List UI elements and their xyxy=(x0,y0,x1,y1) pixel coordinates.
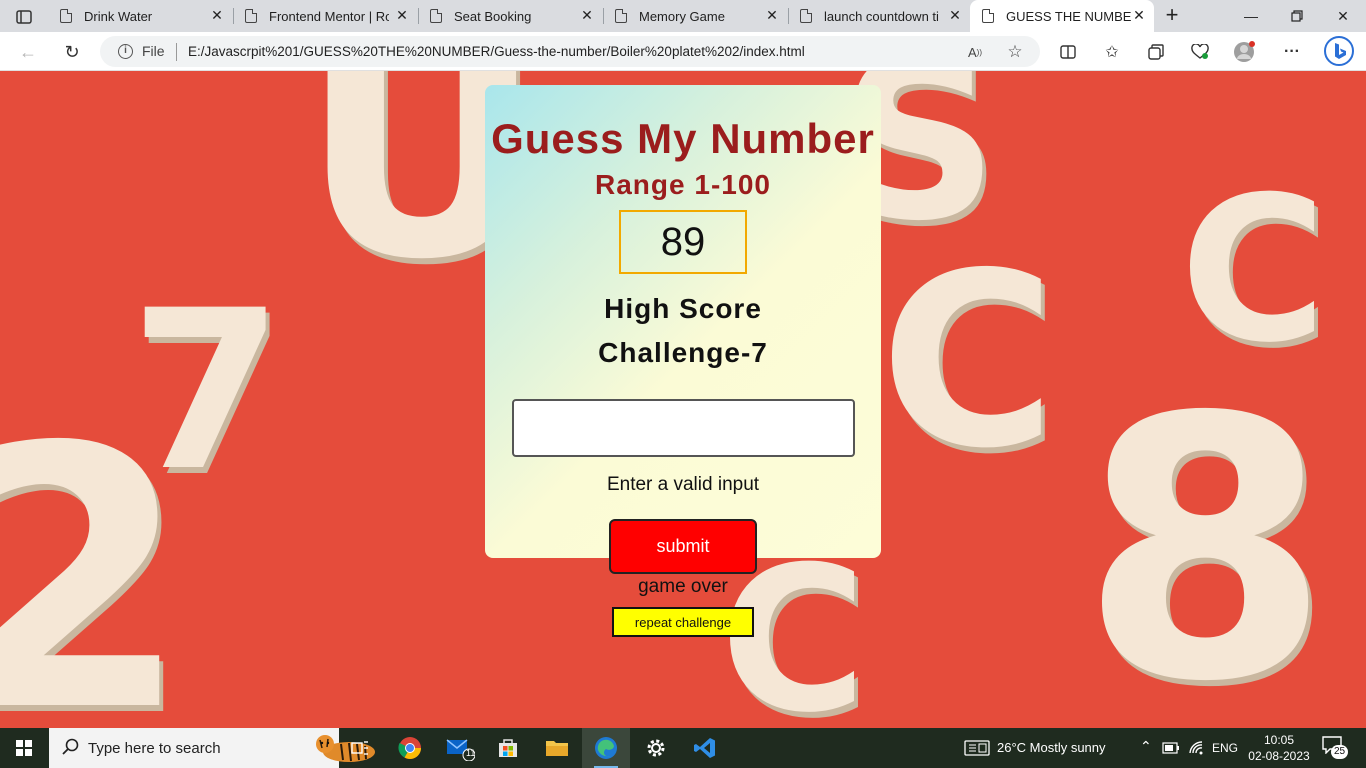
search-placeholder: Type here to search xyxy=(88,740,221,757)
mail-badge: 11 xyxy=(466,748,476,758)
edge-icon[interactable] xyxy=(582,728,630,768)
task-view-icon[interactable] xyxy=(336,728,384,768)
notification-center-icon[interactable]: 25 xyxy=(1322,736,1349,760)
settings-gear-icon[interactable] xyxy=(632,728,680,768)
guess-input[interactable] xyxy=(512,399,855,457)
more-options-icon[interactable]: ··· xyxy=(1280,40,1304,64)
vscode-icon[interactable] xyxy=(681,728,729,768)
background-wood-digit: 8 xyxy=(1080,341,1331,729)
background-wood-letter: C xyxy=(1180,154,1327,387)
weather-text[interactable]: 26°C Mostly sunny xyxy=(997,740,1106,755)
file-explorer-icon[interactable] xyxy=(533,728,581,768)
tab-memory-game[interactable]: Memory Game ✕ xyxy=(603,0,787,32)
notification-badge: 25 xyxy=(1331,745,1349,759)
tab-launch-countdown[interactable]: launch countdown tim ✕ xyxy=(788,0,970,32)
page-icon xyxy=(982,9,994,23)
favorites-icon[interactable]: ✩ xyxy=(1100,40,1124,64)
windows-taskbar: Type here to search 11 26°C Mostly sunny… xyxy=(0,728,1366,768)
back-arrow-icon[interactable]: ← xyxy=(16,40,40,64)
new-tab-icon[interactable]: + xyxy=(1160,4,1184,28)
browser-essentials-icon[interactable] xyxy=(1188,40,1212,64)
tab-title: Seat Booking xyxy=(454,8,532,24)
clock-time: 10:05 xyxy=(1263,733,1295,747)
chevron-up-icon[interactable]: ⌃ xyxy=(1140,738,1152,755)
start-button[interactable] xyxy=(0,728,48,768)
bing-copilot-icon[interactable] xyxy=(1324,36,1354,66)
tab-frontend-mentor[interactable]: Frontend Mentor | Roc ✕ xyxy=(233,0,417,32)
close-icon[interactable]: ✕ xyxy=(395,8,409,22)
url-text[interactable]: E:/Javascrpit%201/GUESS%20THE%20NUMBER/G… xyxy=(188,44,805,59)
clock[interactable]: 10:05 02-08-2023 xyxy=(1246,732,1312,764)
tab-title: Memory Game xyxy=(639,8,725,24)
wifi-icon[interactable] xyxy=(1188,740,1204,756)
submit-button[interactable]: submit xyxy=(609,519,757,574)
url-separator xyxy=(176,43,177,61)
scheme-label: File xyxy=(142,43,165,59)
restore-icon[interactable] xyxy=(1274,0,1320,32)
chrome-icon[interactable] xyxy=(386,728,434,768)
browser-tab-strip: Drink Water ✕ Frontend Mentor | Roc ✕ Se… xyxy=(0,0,1366,32)
page-icon xyxy=(60,9,72,23)
mail-icon[interactable]: 11 xyxy=(436,728,484,768)
tab-title: Frontend Mentor | Roc xyxy=(269,8,389,24)
close-icon[interactable]: ✕ xyxy=(210,8,224,22)
tab-title: GUESS THE NUMBER xyxy=(1006,8,1131,24)
collections-icon[interactable] xyxy=(1144,40,1168,64)
repeat-challenge-button[interactable]: repeat challenge xyxy=(612,607,754,637)
profile-avatar-icon[interactable] xyxy=(1232,40,1256,64)
game-over-message: game over xyxy=(638,576,728,597)
tab-actions-icon[interactable] xyxy=(10,6,38,28)
close-icon[interactable]: ✕ xyxy=(765,8,779,22)
game-title: Guess My Number xyxy=(491,115,875,162)
read-aloud-icon[interactable]: A)) xyxy=(964,41,986,63)
refresh-icon[interactable]: ↻ xyxy=(60,40,84,64)
range-label: Range 1-100 xyxy=(595,169,771,200)
microsoft-store-icon[interactable] xyxy=(484,728,532,768)
hint-message: Enter a valid input xyxy=(606,474,760,495)
high-score-label: High Score xyxy=(604,293,762,324)
page-icon xyxy=(615,9,627,23)
page-background: 2 U 8 C C S 7 C Guess My Number Range 1-… xyxy=(0,71,1366,728)
close-icon[interactable]: ✕ xyxy=(580,8,594,22)
tab-drink-water[interactable]: Drink Water ✕ xyxy=(48,0,232,32)
tab-title: launch countdown tim xyxy=(824,8,939,24)
windows-logo-icon xyxy=(16,740,32,756)
minimize-icon[interactable]: — xyxy=(1228,0,1274,32)
clock-date: 02-08-2023 xyxy=(1248,749,1310,763)
page-icon xyxy=(800,9,812,23)
split-screen-icon[interactable] xyxy=(1056,40,1080,64)
tab-guess-the-number[interactable]: GUESS THE NUMBER ✕ xyxy=(970,0,1154,32)
tab-seat-booking[interactable]: Seat Booking ✕ xyxy=(418,0,602,32)
search-icon xyxy=(62,738,79,755)
page-icon xyxy=(430,9,442,23)
favorite-star-icon[interactable]: ☆ xyxy=(1004,41,1026,63)
address-bar-row: ← ↻ i File E:/Javascrpit%201/GUESS%20THE… xyxy=(0,32,1366,71)
close-icon[interactable]: ✕ xyxy=(1132,8,1146,22)
background-wood-letter: C xyxy=(880,221,1057,501)
window-close-icon[interactable]: ✕ xyxy=(1320,0,1366,32)
challenge-label: Challenge-7 xyxy=(598,337,768,368)
game-card: Guess My Number Range 1-100 89 High Scor… xyxy=(485,85,881,574)
info-icon[interactable]: i xyxy=(118,44,133,59)
tab-title: Drink Water xyxy=(84,8,153,24)
battery-icon[interactable] xyxy=(1162,742,1180,754)
taskbar-search[interactable]: Type here to search xyxy=(49,728,375,768)
page-icon xyxy=(245,9,257,23)
background-wood-digit: 7 xyxy=(130,263,284,519)
address-bar[interactable]: i File E:/Javascrpit%201/GUESS%20THE%20N… xyxy=(100,36,1040,67)
language-indicator[interactable]: ENG xyxy=(1212,741,1238,755)
weather-news-icon[interactable] xyxy=(964,740,990,756)
close-icon[interactable]: ✕ xyxy=(948,8,962,22)
number-display: 89 xyxy=(619,210,747,274)
